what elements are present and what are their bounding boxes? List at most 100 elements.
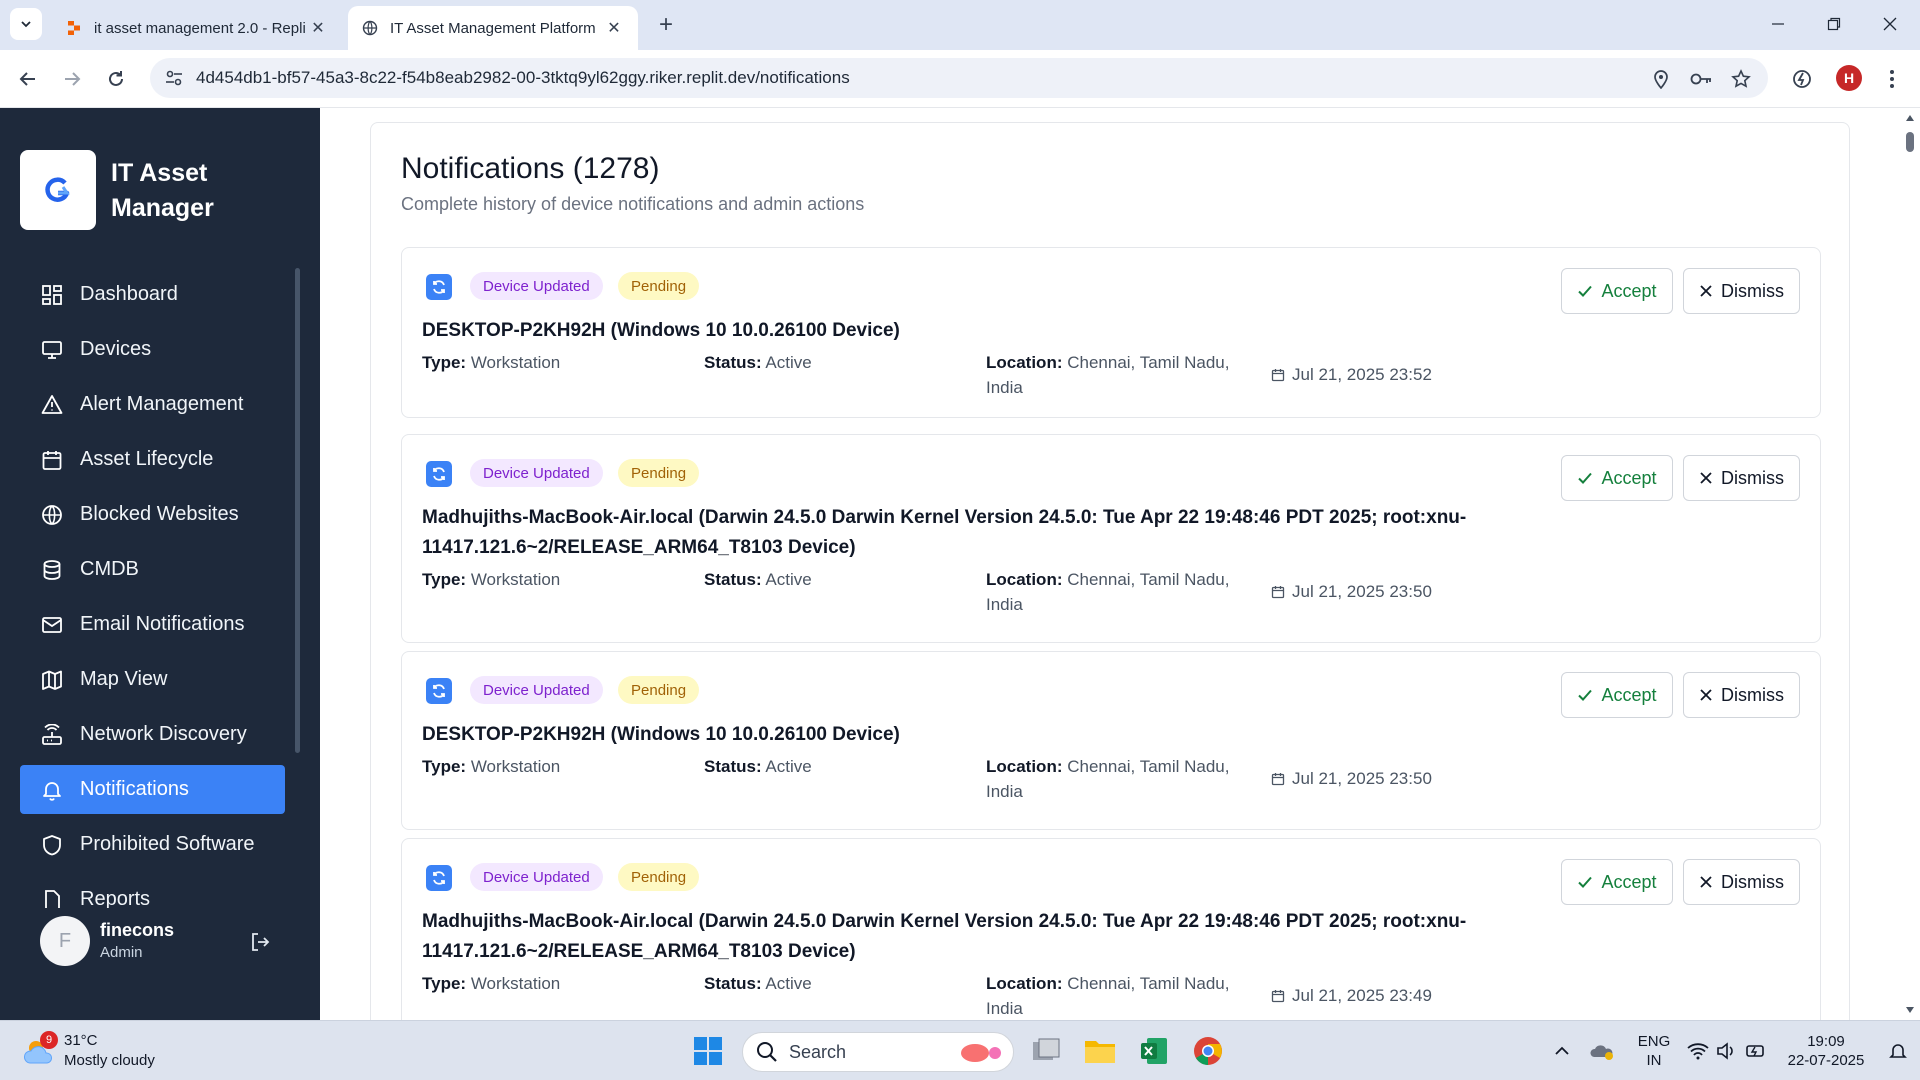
- brand-logo[interactable]: [20, 150, 96, 230]
- dismiss-button[interactable]: Dismiss: [1683, 859, 1800, 905]
- sidebar-item-notifications[interactable]: Notifications: [20, 765, 285, 814]
- notification-title: DESKTOP-P2KH92H (Windows 10 10.0.26100 D…: [422, 320, 900, 341]
- sidebar-menu: Dashboard Devices Alert Management Asset…: [20, 270, 285, 930]
- forward-icon[interactable]: [56, 63, 88, 95]
- notification-center-icon[interactable]: [1880, 1033, 1916, 1069]
- sidebar-item-asset-lifecycle[interactable]: Asset Lifecycle: [20, 435, 285, 484]
- password-key-icon[interactable]: [1690, 68, 1712, 90]
- onedrive-icon[interactable]: [1584, 1033, 1620, 1069]
- restore-icon[interactable]: [1814, 10, 1854, 38]
- excel-icon[interactable]: [1136, 1033, 1172, 1069]
- url-host: 4d454db1-bf57-45a3-8c22-f54b8eab2982-00-…: [196, 68, 756, 87]
- notification-type-badge: Device Updated: [470, 676, 603, 704]
- dismiss-label: Dismiss: [1721, 280, 1784, 301]
- new-tab-button[interactable]: +: [652, 12, 680, 40]
- page-scrollbar[interactable]: [1900, 108, 1920, 1020]
- accept-button[interactable]: Accept: [1561, 859, 1673, 905]
- device-location-field: Location: Chennai, Tamil Nadu, India: [986, 754, 1246, 804]
- clock[interactable]: 19:09 22-07-2025: [1776, 1032, 1876, 1070]
- dismiss-button[interactable]: Dismiss: [1683, 268, 1800, 314]
- taskbar-search[interactable]: Search: [742, 1032, 1014, 1072]
- notification-status-badge: Pending: [618, 272, 700, 300]
- accept-button[interactable]: Accept: [1561, 268, 1673, 314]
- more-menu-icon[interactable]: [1876, 63, 1908, 95]
- check-icon: [1577, 874, 1593, 890]
- time: 19:09: [1807, 1033, 1845, 1050]
- location-pin-icon[interactable]: [1650, 68, 1672, 90]
- sidebar-item-blocked-websites[interactable]: Blocked Websites: [20, 490, 285, 539]
- date-value: Jul 21, 2025 23:50: [1292, 769, 1432, 788]
- chevron-up-icon[interactable]: [1544, 1033, 1580, 1069]
- calendar-icon: [1270, 771, 1286, 787]
- close-tab-icon[interactable]: ✕: [604, 18, 624, 38]
- notification-date: Jul 21, 2025 23:50: [1270, 766, 1432, 791]
- database-icon: [40, 558, 64, 582]
- sidebar-item-prohibited-software[interactable]: Prohibited Software: [20, 820, 285, 869]
- weather-widget[interactable]: 9 31°C Mostly cloudy: [20, 1031, 220, 1071]
- reload-icon[interactable]: [100, 63, 132, 95]
- sidebar-item-label: Notifications: [80, 778, 189, 800]
- extensions-icon[interactable]: [1786, 63, 1818, 95]
- device-type-field: Type: Workstation: [422, 971, 560, 996]
- refresh-icon: [426, 865, 452, 891]
- sidebar-item-devices[interactable]: Devices: [20, 325, 285, 374]
- scroll-up-icon: [1906, 115, 1914, 121]
- mail-icon: [40, 613, 64, 637]
- dismiss-button[interactable]: Dismiss: [1683, 672, 1800, 718]
- device-status-field: Status: Active: [704, 971, 812, 996]
- tab-search-button[interactable]: [10, 8, 42, 40]
- location-label: Location:: [986, 757, 1063, 776]
- search-placeholder: Search: [789, 1041, 847, 1062]
- refresh-icon: [426, 461, 452, 487]
- replit-icon: [66, 20, 82, 36]
- dismiss-label: Dismiss: [1721, 871, 1784, 892]
- sidebar-item-cmdb[interactable]: CMDB: [20, 545, 285, 594]
- user-avatar[interactable]: F: [40, 916, 90, 966]
- profile-avatar[interactable]: H: [1836, 65, 1862, 91]
- device-status-value: Active: [765, 757, 812, 776]
- sidebar-item-network-discovery[interactable]: Network Discovery: [20, 710, 285, 759]
- logout-icon[interactable]: [248, 930, 272, 954]
- tab-it-asset-platform[interactable]: IT Asset Management Platform ✕: [348, 6, 638, 50]
- sidebar-item-map-view[interactable]: Map View: [20, 655, 285, 704]
- close-window-icon[interactable]: [1870, 10, 1910, 38]
- battery-icon[interactable]: [1738, 1033, 1774, 1069]
- site-info-icon[interactable]: [164, 68, 184, 88]
- close-tab-icon[interactable]: ✕: [308, 18, 328, 38]
- scroll-down-icon: [1906, 1007, 1914, 1013]
- dismiss-button[interactable]: Dismiss: [1683, 455, 1800, 501]
- sidebar-item-alert-management[interactable]: Alert Management: [20, 380, 285, 429]
- dashboard-icon: [40, 283, 64, 307]
- accept-button[interactable]: Accept: [1561, 455, 1673, 501]
- sidebar-item-dashboard[interactable]: Dashboard: [20, 270, 285, 319]
- tab-replit[interactable]: it asset management 2.0 - Repli ✕: [52, 6, 342, 50]
- location-label: Location:: [986, 974, 1063, 993]
- type-label: Type:: [422, 570, 467, 589]
- notification-date: Jul 21, 2025 23:52: [1270, 362, 1432, 387]
- search-icon: [755, 1040, 779, 1064]
- windows-start-icon[interactable]: [690, 1033, 726, 1069]
- back-icon[interactable]: [12, 63, 44, 95]
- type-label: Type:: [422, 353, 467, 372]
- file-explorer-icon[interactable]: [1082, 1033, 1118, 1069]
- logo-icon: [45, 177, 70, 202]
- bookmark-star-icon[interactable]: [1730, 68, 1752, 90]
- language: ENG: [1637, 1033, 1671, 1050]
- language-indicator[interactable]: ENG IN: [1634, 1032, 1674, 1070]
- device-location-field: Location: Chennai, Tamil Nadu, India: [986, 567, 1246, 617]
- sidebar-scrollbar[interactable]: [295, 268, 300, 753]
- date-value: Jul 21, 2025 23:49: [1292, 986, 1432, 1005]
- scrollbar-thumb[interactable]: [1906, 132, 1914, 152]
- notification-title: Madhujiths-MacBook-Air.local (Darwin 24.…: [422, 911, 1467, 962]
- device-type-field: Type: Workstation: [422, 754, 560, 779]
- minimize-icon[interactable]: [1758, 10, 1798, 38]
- url-field[interactable]: 4d454db1-bf57-45a3-8c22-f54b8eab2982-00-…: [150, 58, 1768, 98]
- notification-type-badge: Device Updated: [470, 863, 603, 891]
- chrome-icon[interactable]: [1190, 1033, 1226, 1069]
- task-view-icon[interactable]: [1028, 1033, 1064, 1069]
- globe-icon: [40, 503, 64, 527]
- device-status-field: Status: Active: [704, 567, 812, 592]
- accept-button[interactable]: Accept: [1561, 672, 1673, 718]
- sidebar-item-email-notifications[interactable]: Email Notifications: [20, 600, 285, 649]
- calendar-icon: [1270, 367, 1286, 383]
